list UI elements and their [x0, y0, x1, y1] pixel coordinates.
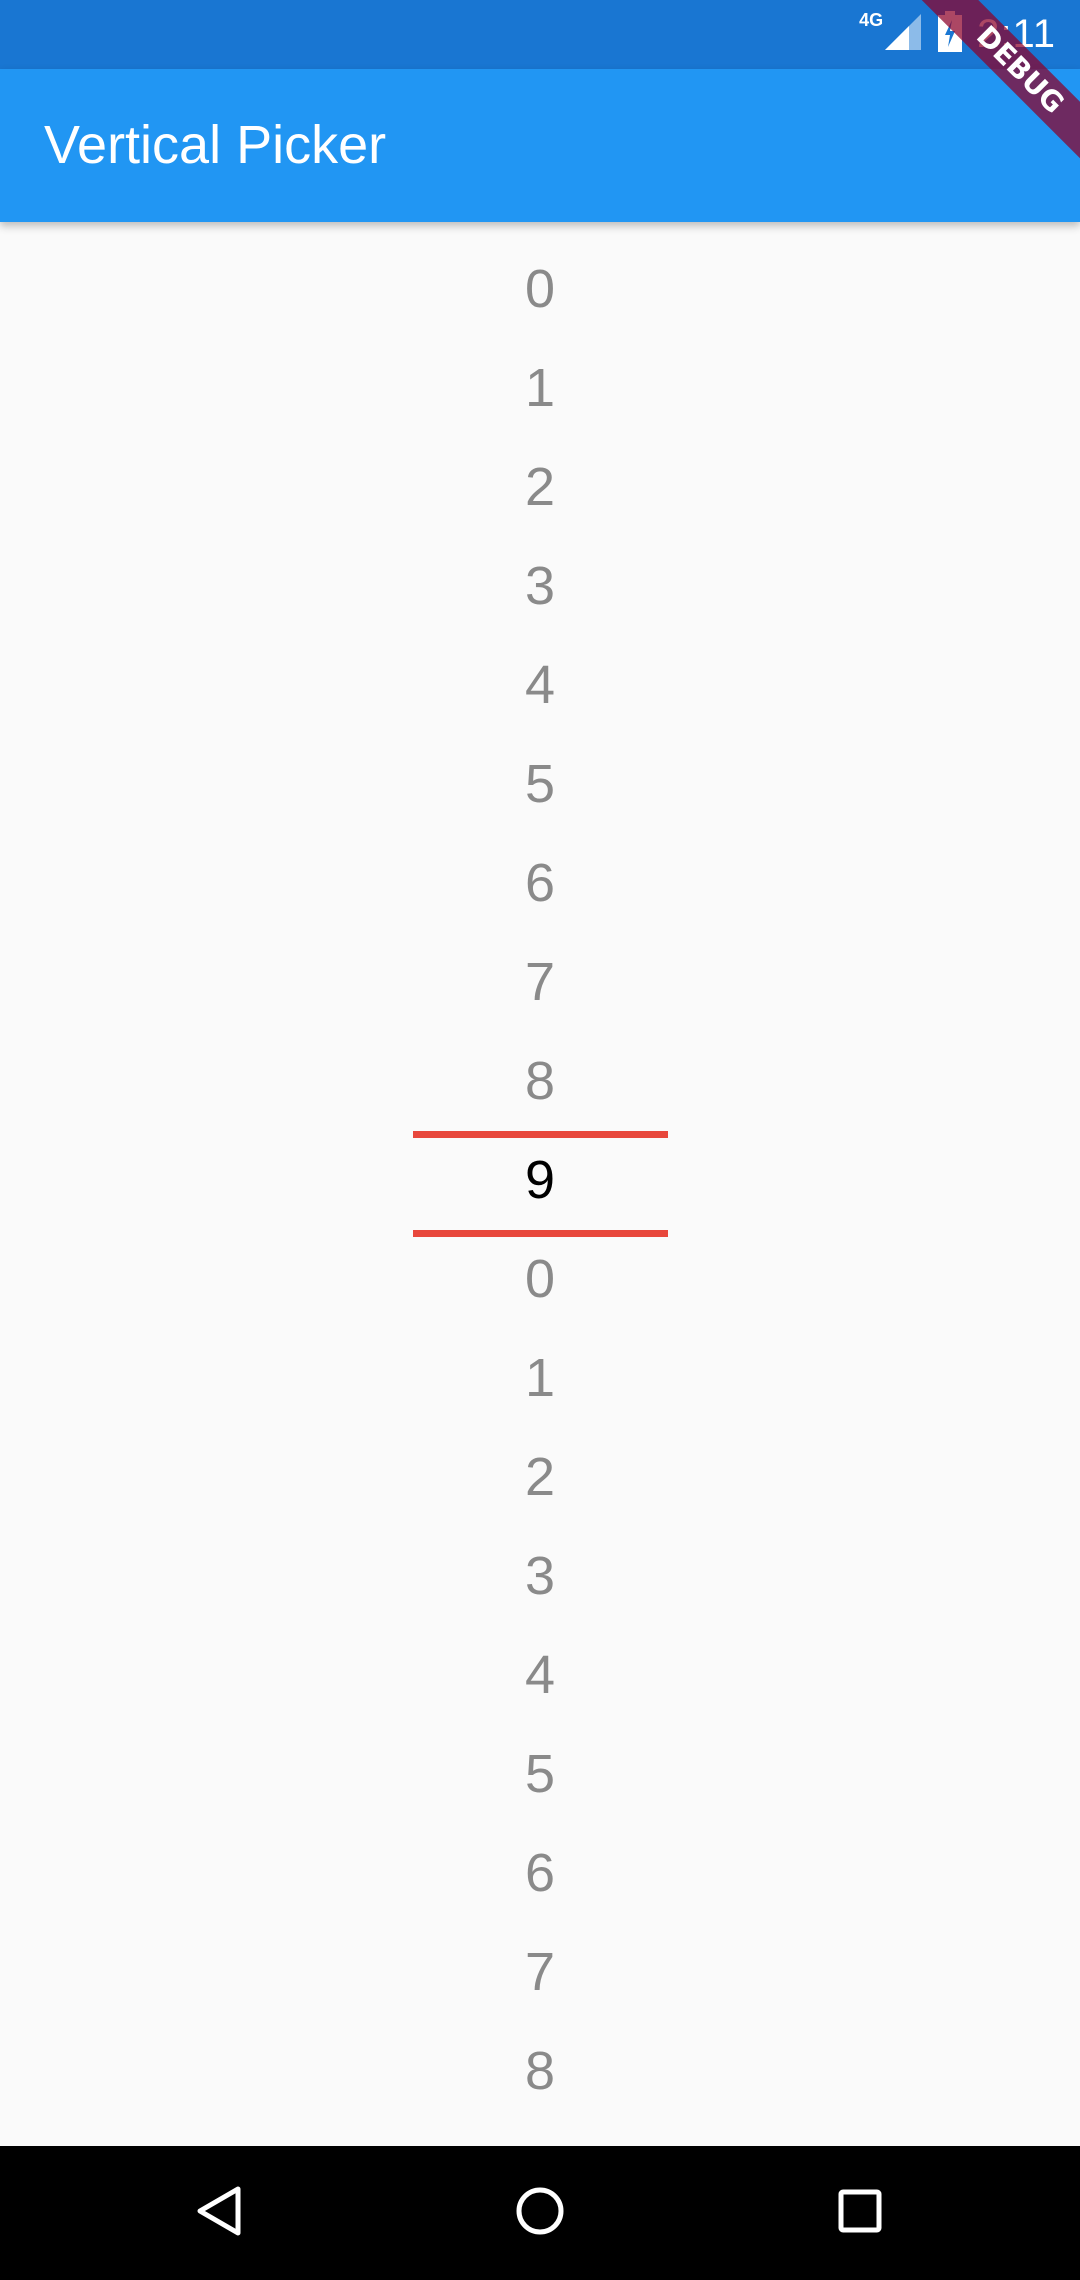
- picker-item[interactable]: 5: [0, 1725, 1080, 1824]
- vertical-picker[interactable]: 0123456789012345678: [0, 222, 1080, 2146]
- picker-item-selected[interactable]: 9: [0, 1131, 1080, 1230]
- selection-indicator-top: [413, 1131, 668, 1138]
- back-button[interactable]: [160, 2146, 280, 2280]
- picker-item[interactable]: 1: [0, 339, 1080, 438]
- picker-item[interactable]: 8: [0, 2022, 1080, 2121]
- selection-indicator-bottom: [413, 1230, 668, 1237]
- picker-item[interactable]: 8: [0, 1032, 1080, 1131]
- status-bar: 4G 2:11: [0, 0, 1080, 69]
- battery-charging-icon: [937, 11, 963, 58]
- network-type-label: 4G: [859, 10, 884, 30]
- picker-item[interactable]: 3: [0, 1527, 1080, 1626]
- home-button[interactable]: [480, 2146, 600, 2280]
- status-icons: 4G 2:11: [859, 0, 1056, 69]
- picker-item[interactable]: 7: [0, 1923, 1080, 2022]
- back-icon: [194, 2185, 246, 2242]
- picker-item[interactable]: 0: [0, 1230, 1080, 1329]
- picker-item[interactable]: 4: [0, 636, 1080, 735]
- picker-item[interactable]: 1: [0, 1329, 1080, 1428]
- picker-item[interactable]: 5: [0, 735, 1080, 834]
- clock: 2:11: [977, 12, 1056, 56]
- navigation-bar: [0, 2146, 1080, 2280]
- recents-button[interactable]: [800, 2146, 920, 2280]
- home-icon: [514, 2185, 566, 2242]
- picker-item[interactable]: 7: [0, 933, 1080, 1032]
- picker-item[interactable]: 4: [0, 1626, 1080, 1725]
- picker-item[interactable]: 0: [0, 240, 1080, 339]
- app-title: Vertical Picker: [44, 115, 387, 175]
- picker-item[interactable]: 6: [0, 834, 1080, 933]
- app-bar: Vertical Picker: [0, 69, 1080, 222]
- signal-icon: [883, 12, 923, 57]
- picker-item[interactable]: 2: [0, 1428, 1080, 1527]
- picker-item[interactable]: 6: [0, 1824, 1080, 1923]
- picker-item[interactable]: 2: [0, 438, 1080, 537]
- recents-icon: [836, 2187, 884, 2240]
- picker-item[interactable]: 3: [0, 537, 1080, 636]
